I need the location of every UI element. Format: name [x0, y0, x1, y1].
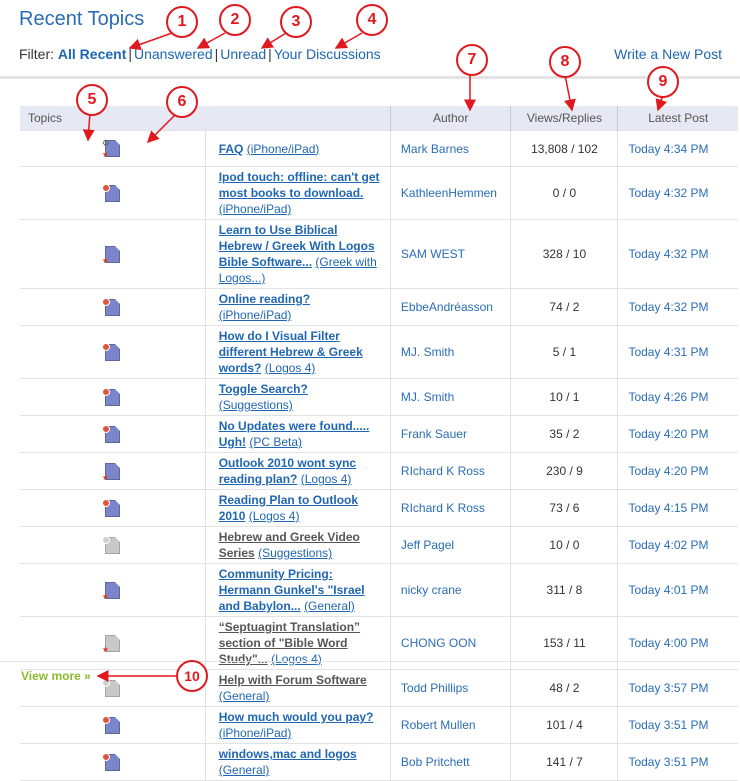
topic-icon-cell: [20, 743, 206, 781]
topic-icon-cell: [20, 706, 206, 744]
callout-3: 3: [280, 6, 312, 38]
topic-category-link[interactable]: (iPhone/iPad): [219, 726, 292, 740]
document-icon: [101, 752, 120, 771]
callout-arrow-3: [260, 32, 287, 49]
callout-arrow-8: [564, 74, 576, 112]
callout-arrow-6: [146, 114, 176, 144]
callout-5: 5: [76, 84, 108, 116]
callout-arrow-5: [82, 112, 95, 142]
callout-arrow-2: [196, 32, 226, 49]
callout-2: 2: [219, 4, 251, 36]
author-link[interactable]: Robert Mullen: [389, 706, 511, 744]
latest-post-link[interactable]: Today 3:51 PM: [617, 706, 738, 744]
callout-4: 4: [356, 4, 388, 36]
topic-category-link[interactable]: (General): [219, 763, 270, 777]
callout-8: 8: [549, 46, 581, 78]
document-icon: [101, 715, 120, 734]
callout-6: 6: [166, 86, 198, 118]
views-replies: 141 / 7: [510, 743, 618, 781]
topic-title-link[interactable]: How much would you pay?: [219, 710, 374, 724]
views-replies: 101 / 4: [510, 706, 618, 744]
author-link[interactable]: Bob Pritchett: [389, 743, 511, 781]
callout-9: 9: [647, 66, 679, 98]
topic-title-link[interactable]: windows,mac and logos: [219, 747, 357, 761]
callout-1: 1: [166, 6, 198, 38]
latest-post-link[interactable]: Today 3:51 PM: [617, 743, 738, 781]
callout-10: 10: [176, 660, 208, 692]
callout-7: 7: [456, 44, 488, 76]
table-row: windows,mac and logos (General) Bob Prit…: [20, 743, 738, 781]
table-row: How much would you pay? (iPhone/iPad) Ro…: [20, 706, 738, 744]
callout-arrows: [82, 32, 668, 682]
callout-arrow-4: [334, 32, 363, 49]
callout-arrow-1: [128, 32, 173, 51]
